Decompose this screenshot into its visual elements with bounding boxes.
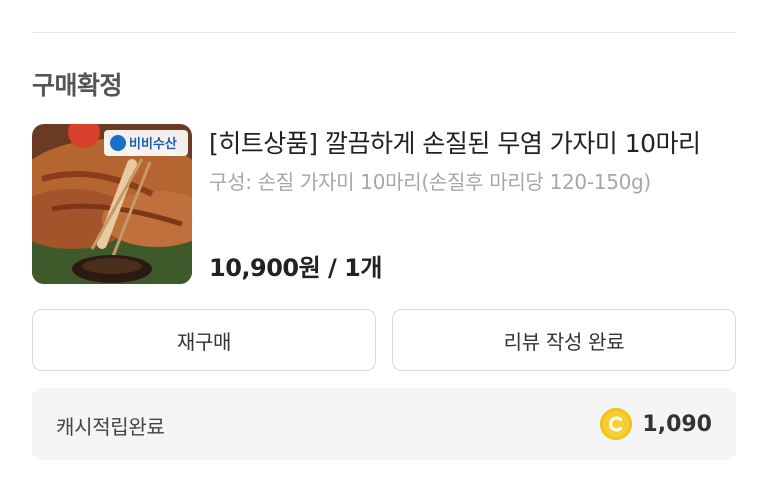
top-divider <box>32 32 736 33</box>
review-complete-button[interactable]: 리뷰 작성 완료 <box>392 309 736 371</box>
brand-watermark-label: 비비수산 <box>129 137 177 152</box>
product-thumbnail[interactable]: 비비수산 <box>32 124 192 284</box>
order-status-title: 구매확정 <box>32 71 123 100</box>
cashback-amount: 1,090 <box>642 411 712 437</box>
product-name[interactable]: [히트상품] 깔끔하게 손질된 무염 가자미 10마리 <box>209 124 701 160</box>
rebuy-button[interactable]: 재구매 <box>32 309 376 371</box>
product-price: 10,900원 / 1개 <box>209 254 382 282</box>
cashback-amount-group: 1,090 <box>600 407 712 441</box>
cashback-panel: 캐시적립완료 1,090 <box>32 388 736 460</box>
product-option: 구성: 손질 가자미 10마리(손질후 마리당 120-150g) <box>209 170 651 194</box>
cashback-label: 캐시적립완료 <box>56 415 165 439</box>
coin-icon <box>600 408 633 440</box>
